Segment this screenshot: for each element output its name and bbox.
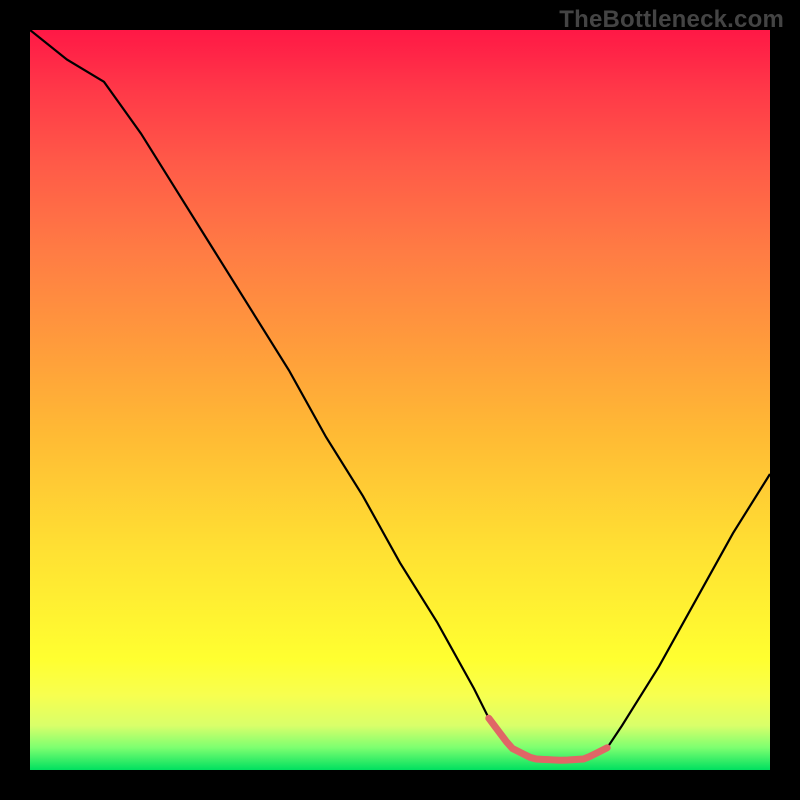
watermark-text: TheBottleneck.com <box>559 6 784 34</box>
bottleneck-curve <box>30 30 770 770</box>
chart-area <box>30 30 770 770</box>
